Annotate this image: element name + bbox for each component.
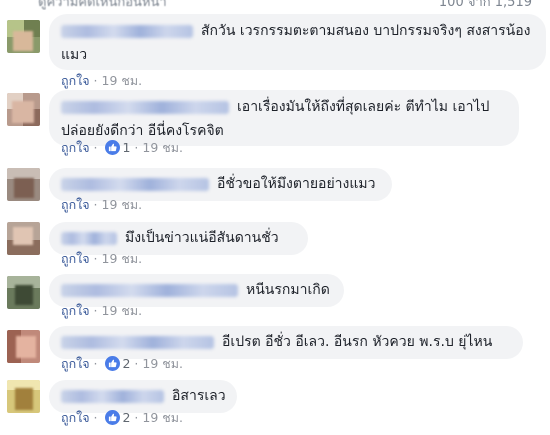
comment-actions: ถูกใจ · 2 · 19 ชม. bbox=[61, 410, 183, 425]
reaction-count[interactable]: 2 bbox=[123, 410, 131, 425]
comment-actions: ถูกใจ · 1 · 19 ชม. bbox=[61, 140, 183, 155]
like-link[interactable]: ถูกใจ bbox=[61, 140, 90, 155]
commenter-name[interactable] bbox=[61, 283, 238, 297]
comment-actions: ถูกใจ · 19 ชม. bbox=[61, 197, 143, 212]
comment-text: สักวัน เวรกรรมตะตามสนอง บาปกรรมจริงๆ สงส… bbox=[201, 23, 531, 39]
comment-text: อีชั่วขอให้มึงตายอย่างแมว bbox=[217, 176, 376, 192]
commenter-name[interactable] bbox=[61, 100, 229, 114]
like-link[interactable]: ถูกใจ bbox=[61, 303, 90, 318]
thumbs-up-icon[interactable] bbox=[104, 410, 120, 425]
view-previous-comments-link[interactable]: ดูความคิดเห็นก่อนหน้า bbox=[38, 0, 167, 10]
comment-text: เอาเรื่องมันให้ถึงที่สุดเลยค่ะ ตีทำไม เอ… bbox=[237, 99, 490, 115]
like-link[interactable]: ถูกใจ bbox=[61, 356, 90, 371]
avatar[interactable] bbox=[7, 168, 40, 201]
comment-text: อีเปรต อีชั่ว อีเลว. อีนรก หัวควย พ.ร.บ … bbox=[222, 334, 493, 350]
comment-text-continued: แมว bbox=[61, 47, 88, 63]
comment-time[interactable]: 19 ชม. bbox=[102, 73, 143, 88]
thumbs-up-icon[interactable] bbox=[104, 140, 120, 155]
comment-bubble: อีเปรต อีชั่ว อีเลว. อีนรก หัวควย พ.ร.บ … bbox=[49, 326, 523, 359]
comment-actions: ถูกใจ · 19 ชม. bbox=[61, 73, 143, 88]
comment-time[interactable]: 19 ชม. bbox=[142, 140, 183, 155]
commenter-name[interactable] bbox=[61, 231, 117, 245]
avatar[interactable] bbox=[7, 20, 40, 53]
comment-time[interactable]: 19 ชม. bbox=[102, 197, 143, 212]
commenter-name[interactable] bbox=[61, 335, 214, 349]
like-link[interactable]: ถูกใจ bbox=[61, 73, 90, 88]
comment-count: 100 จาก 1,519 bbox=[438, 0, 532, 10]
avatar[interactable] bbox=[7, 222, 40, 255]
reaction-count[interactable]: 1 bbox=[123, 140, 131, 155]
comment-bubble: สักวัน เวรกรรมตะตามสนอง บาปกรรมจริงๆ สงส… bbox=[49, 14, 546, 70]
comment-actions: ถูกใจ · 19 ชม. bbox=[61, 303, 143, 318]
commenter-name[interactable] bbox=[61, 389, 164, 403]
comments-header: ดูความคิดเห็นก่อนหน้า 100 จาก 1,519 bbox=[0, 0, 550, 10]
comment-text: อิสารเลว bbox=[172, 388, 226, 404]
comment-time[interactable]: 19 ชม. bbox=[102, 251, 143, 266]
comment-time[interactable]: 19 ชม. bbox=[102, 303, 143, 318]
comment-time[interactable]: 19 ชม. bbox=[142, 410, 183, 425]
like-link[interactable]: ถูกใจ bbox=[61, 197, 90, 212]
avatar[interactable] bbox=[7, 93, 40, 126]
comment-actions: ถูกใจ · 2 · 19 ชม. bbox=[61, 356, 183, 371]
like-link[interactable]: ถูกใจ bbox=[61, 410, 90, 425]
comment-actions: ถูกใจ · 19 ชม. bbox=[61, 251, 143, 266]
avatar[interactable] bbox=[7, 330, 40, 363]
comment-bubble: อิสารเลว bbox=[49, 380, 237, 413]
avatar[interactable] bbox=[7, 380, 40, 413]
commenter-name[interactable] bbox=[61, 177, 209, 191]
comment-text: หนีนรกมาเกิด bbox=[246, 282, 330, 298]
like-link[interactable]: ถูกใจ bbox=[61, 251, 90, 266]
thumbs-up-icon[interactable] bbox=[104, 356, 120, 371]
commenter-name[interactable] bbox=[61, 24, 193, 38]
avatar[interactable] bbox=[7, 276, 40, 309]
reaction-count[interactable]: 2 bbox=[123, 356, 131, 371]
comment-text: มึงเป็นข่าวแน่อีสันดานชั่ว bbox=[125, 230, 279, 246]
comment-time[interactable]: 19 ชม. bbox=[142, 356, 183, 371]
comment-bubble: เอาเรื่องมันให้ถึงที่สุดเลยค่ะ ตีทำไม เอ… bbox=[49, 90, 519, 146]
